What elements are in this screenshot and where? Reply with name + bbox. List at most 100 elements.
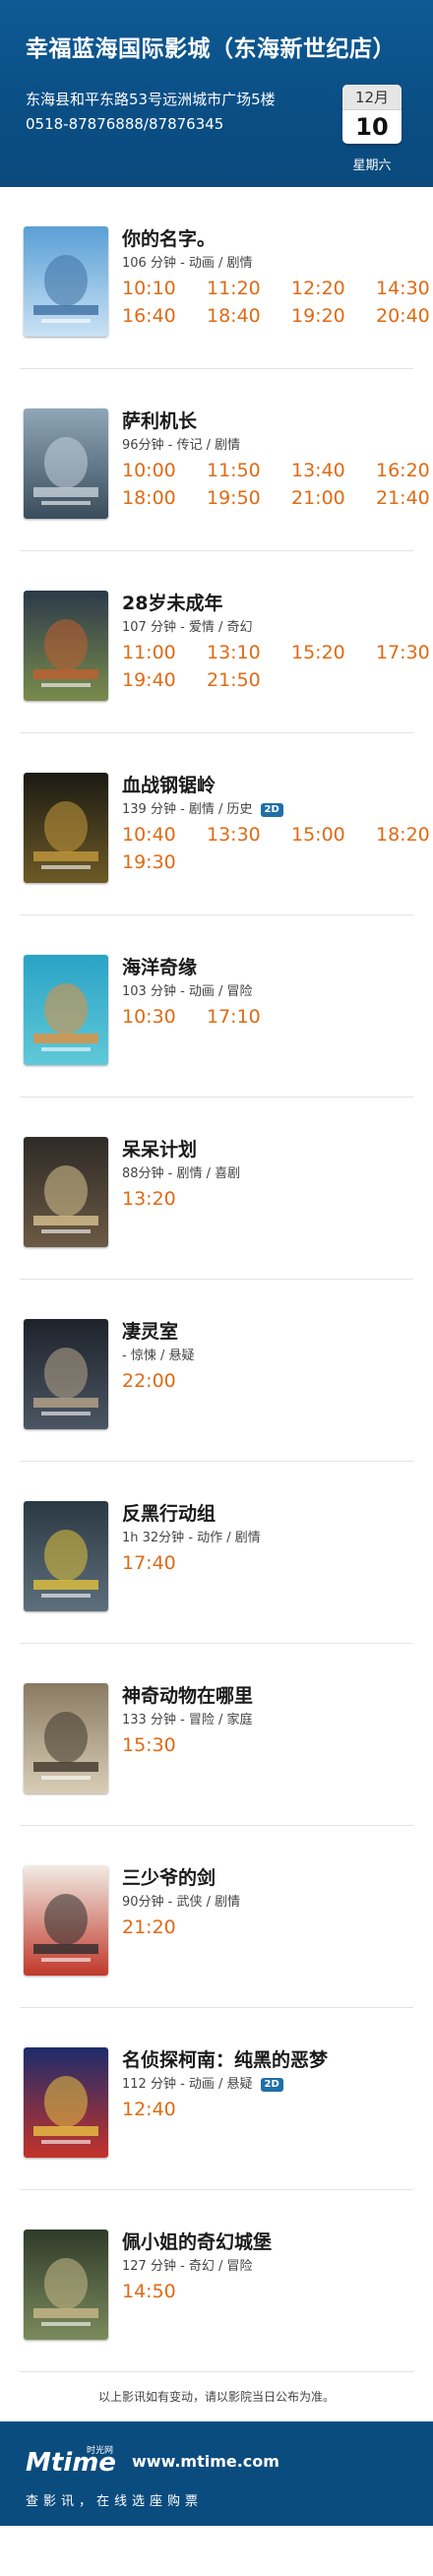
showtime[interactable]: 21:40 (376, 487, 430, 515)
movie-meta-text: 127 分钟 - 奇幻 / 冒险 (122, 2259, 253, 2274)
showtime[interactable]: 10:00 (122, 460, 207, 487)
poster-conan-icon[interactable] (24, 2047, 108, 2158)
movie-item[interactable]: 三少爷的剑 90分钟 - 武侠 / 剧情 21:20 (20, 1826, 413, 2008)
calendar-weekday: 星期六 (352, 158, 392, 173)
showtime[interactable]: 17:40 (122, 1552, 207, 1580)
footer: Mtime 时光网 www.mtime.com 查影讯，在线选座购票 (0, 2421, 433, 2526)
movie-title[interactable]: 28岁未成年 (122, 589, 222, 615)
mtime-logo[interactable]: Mtime 时光网 (26, 2443, 128, 2477)
movie-item[interactable]: 佩小姐的奇幻城堡 127 分钟 - 奇幻 / 冒险 14:50 (20, 2190, 413, 2372)
movie-meta: 90分钟 - 武侠 / 剧情 (122, 1891, 240, 1910)
showtime[interactable]: 19:40 (122, 669, 207, 697)
showtime[interactable]: 12:40 (122, 2099, 207, 2126)
movie-meta-text: 107 分钟 - 爱情 / 奇幻 (122, 620, 253, 635)
movie-title[interactable]: 神奇动物在哪里 (122, 1681, 253, 1708)
showtime[interactable]: 21:50 (207, 669, 291, 697)
movie-item[interactable]: 神奇动物在哪里 133 分钟 - 冒险 / 家庭 15:30 (20, 1644, 413, 1826)
format-2d-badge: 2D (260, 803, 283, 817)
poster-28-icon[interactable] (24, 591, 108, 701)
showtime[interactable]: 17:10 (207, 1006, 291, 1034)
showtime[interactable]: 19:30 (122, 851, 207, 879)
poster-moana-icon[interactable] (24, 955, 108, 1065)
showtime[interactable]: 15:20 (291, 642, 376, 669)
showtime[interactable]: 21:00 (291, 487, 376, 515)
movie-meta-text: 139 分钟 - 剧情 / 历史 (122, 802, 253, 817)
showtime[interactable]: 11:50 (207, 460, 291, 487)
movie-title[interactable]: 你的名字。 (122, 224, 216, 251)
showtime[interactable]: 14:50 (122, 2281, 207, 2308)
movie-item[interactable]: 名侦探柯南：纯黑的恶梦 112 分钟 - 动画 / 悬疑 2D 12:40 (20, 2008, 413, 2190)
showtime[interactable]: 21:20 (122, 1916, 207, 1944)
poster-peregrine-icon[interactable] (24, 2230, 108, 2340)
showtime[interactable]: 11:20 (207, 278, 291, 305)
movie-title[interactable]: 反黑行动组 (122, 1499, 216, 1526)
showtime[interactable]: 16:40 (122, 305, 207, 333)
showtime[interactable]: 13:20 (122, 1188, 207, 1216)
showtime[interactable]: 15:30 (122, 1734, 207, 1762)
poster-sully-icon[interactable] (24, 408, 108, 519)
showtime[interactable]: 20:40 (376, 305, 430, 333)
movie-item[interactable]: 反黑行动组 1h 32分钟 - 动作 / 剧情 17:40 (20, 1462, 413, 1644)
showtime-list: 14:50 (122, 2281, 417, 2308)
movie-title[interactable]: 萨利机长 (122, 407, 197, 433)
poster-qilingshi-icon[interactable] (24, 1319, 108, 1429)
showtime[interactable]: 19:20 (291, 305, 376, 333)
showtime-list: 10:00 11:50 13:40 16:20 18:00 19:50 21:00 21:40 (122, 460, 430, 515)
showtime[interactable]: 18:40 (207, 305, 291, 333)
poster-sword-icon[interactable] (24, 1865, 108, 1976)
movie-meta: 107 分钟 - 爱情 / 奇幻 (122, 616, 253, 635)
movie-item[interactable]: 呆呆计划 88分钟 - 剧情 / 喜剧 13:20 (20, 1098, 413, 1280)
movie-title[interactable]: 凄灵室 (122, 1317, 178, 1344)
movie-title[interactable]: 呆呆计划 (122, 1135, 197, 1162)
poster-hacksaw-icon[interactable] (24, 773, 108, 883)
movie-meta-text: 90分钟 - 武侠 / 剧情 (122, 1895, 241, 1910)
showtime[interactable]: 10:10 (122, 278, 207, 305)
movie-item[interactable]: 28岁未成年 107 分钟 - 爱情 / 奇幻 11:00 13:10 15:20 17:… (20, 551, 430, 733)
showtime[interactable]: 10:30 (122, 1006, 207, 1034)
movie-meta: 1h 32分钟 - 动作 / 剧情 (122, 1527, 261, 1545)
showtime[interactable]: 16:20 (376, 460, 430, 487)
showtime[interactable]: 12:20 (291, 278, 376, 305)
showtime[interactable]: 14:30 (376, 278, 430, 305)
movie-meta: 112 分钟 - 动画 / 悬疑 2D (122, 2073, 283, 2092)
showtime[interactable]: 11:00 (122, 642, 207, 669)
showtime[interactable]: 15:00 (291, 824, 376, 851)
showtime[interactable]: 17:30 (376, 642, 430, 669)
movie-title[interactable]: 三少爷的剑 (122, 1863, 216, 1890)
movie-meta: 127 分钟 - 奇幻 / 冒险 (122, 2255, 253, 2274)
poster-fantastic-beasts-icon[interactable] (24, 1683, 108, 1793)
movie-title[interactable]: 海洋奇缘 (122, 953, 197, 979)
poster-your-name-icon[interactable] (24, 226, 108, 337)
movie-item[interactable]: 你的名字。 106 分钟 - 动画 / 剧情 10:10 11:20 12:20 14:3… (20, 187, 430, 369)
movie-meta-text: 88分钟 - 剧情 / 喜剧 (122, 1166, 241, 1181)
poster-daidai-icon[interactable] (24, 1137, 108, 1247)
movie-meta: 106 分钟 - 动画 / 剧情 (122, 252, 253, 271)
cinema-address: 东海县和平东路53号远洲城市广场5楼 (26, 91, 276, 108)
movie-meta-text: 106 分钟 - 动画 / 剧情 (122, 256, 253, 271)
cinema-phone[interactable]: 0518-87876888/87876345 (26, 115, 223, 133)
movie-item[interactable]: 凄灵室 - 惊悚 / 悬疑 22:00 (20, 1280, 413, 1462)
movie-item[interactable]: 血战钢锯岭 139 分钟 - 剧情 / 历史 2D 10:40 13:30 15:00 18… (20, 733, 430, 915)
movie-meta-text: 96分钟 - 传记 / 剧情 (122, 438, 241, 453)
movie-title[interactable]: 血战钢锯岭 (122, 771, 216, 797)
footer-url[interactable]: www.mtime.com (132, 2452, 279, 2471)
showtime[interactable]: 13:40 (291, 460, 376, 487)
showtime[interactable]: 18:00 (122, 487, 207, 515)
showtime-list: 11:00 13:10 15:20 17:30 19:40 21:50 (122, 642, 430, 697)
showtime-list: 17:40 (122, 1552, 417, 1580)
movie-title[interactable]: 名侦探柯南：纯黑的恶梦 (122, 2045, 328, 2072)
showtime[interactable]: 13:10 (207, 642, 291, 669)
movie-item[interactable]: 海洋奇缘 103 分钟 - 动画 / 冒险 10:30 17:10 (20, 915, 413, 1098)
movie-item[interactable]: 萨利机长 96分钟 - 传记 / 剧情 10:00 11:50 13:40 16:20 18… (20, 369, 430, 551)
cinema-name: 幸福蓝海国际影城（东海新世纪店） (26, 36, 396, 62)
showtime[interactable]: 19:50 (207, 487, 291, 515)
showtime[interactable]: 18:20 (376, 824, 430, 851)
showtime[interactable]: 22:00 (122, 1370, 207, 1398)
movie-list: 你的名字。 106 分钟 - 动画 / 剧情 10:10 11:20 12:20 14:3… (0, 187, 433, 2372)
movie-meta: 88分钟 - 剧情 / 喜剧 (122, 1162, 240, 1181)
poster-fanhei-icon[interactable] (24, 1501, 108, 1611)
showtime[interactable]: 10:40 (122, 824, 207, 851)
movie-title[interactable]: 佩小姐的奇幻城堡 (122, 2228, 272, 2254)
showtime-list: 10:30 17:10 (122, 1006, 417, 1034)
showtime[interactable]: 13:30 (207, 824, 291, 851)
